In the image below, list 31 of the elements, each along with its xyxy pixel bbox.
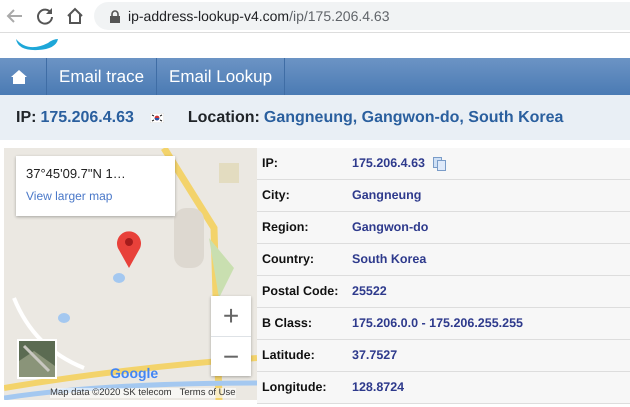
zoom-in-button[interactable]: +: [211, 296, 251, 336]
field-value: 175.206.4.63: [352, 155, 425, 172]
field-label: IP:: [261, 155, 279, 172]
ip-address: 175.206.4.63: [40, 108, 134, 128]
field-label: Latitude:: [261, 347, 316, 364]
field-value: 37.7527: [352, 347, 398, 364]
field-value: South Korea: [352, 251, 426, 268]
coordinates: 37°45'09.7"N 1…: [26, 165, 127, 183]
copy-icon[interactable]: [433, 156, 446, 170]
zoom-out-button[interactable]: −: [211, 336, 251, 376]
satellite-toggle[interactable]: [17, 339, 57, 379]
location-text: Gangneung, Gangwon-do, South Korea: [264, 108, 564, 128]
address-bar[interactable]: ip-address-lookup-v4.com/ip/175.206.4.63: [94, 2, 630, 30]
field-label: B Class:: [261, 315, 314, 332]
map-attribution: Map data ©2020 SK telecom: [50, 388, 172, 398]
field-value: Gangneung: [352, 187, 422, 204]
field-label: Longitude:: [261, 379, 328, 396]
view-larger-map-link[interactable]: View larger map: [26, 188, 112, 202]
location-label: Location:: [188, 108, 260, 128]
flag-icon: [150, 112, 164, 122]
lock-icon: [110, 10, 120, 22]
field-value: 175.206.0.0 - 175.206.255.255: [352, 315, 523, 332]
field-value: 128.8724: [352, 379, 404, 396]
field-label: Region:: [261, 219, 310, 236]
field-value: 25522: [352, 283, 387, 300]
terms-link[interactable]: Terms of Use: [180, 388, 236, 398]
ip-label: IP:: [16, 108, 36, 128]
field-label: City:: [261, 187, 291, 204]
field-label: Postal Code:: [261, 283, 340, 300]
field-value: Gangwon-do: [352, 219, 428, 236]
field-label: Country:: [261, 251, 316, 268]
